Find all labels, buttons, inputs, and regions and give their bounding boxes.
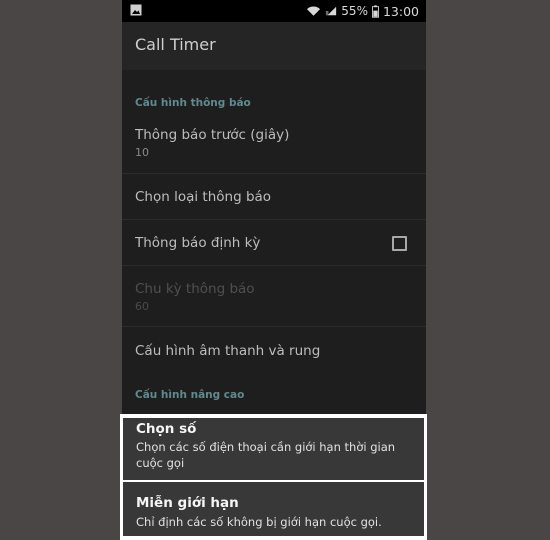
highlight-frame: Chọn số Chọn các số điện thoại cần giới … bbox=[120, 414, 427, 540]
pref-periodic[interactable]: Thông báo định kỳ bbox=[122, 220, 426, 265]
pref-summary: Chọn các số điện thoại cần giới hạn thời… bbox=[136, 440, 396, 470]
battery-icon bbox=[371, 4, 379, 18]
section-header-advanced: Cấu hình nâng cao bbox=[135, 389, 245, 401]
pref-title: Miễn giới hạn bbox=[136, 495, 239, 511]
pref-title: Cấu hình âm thanh và rung bbox=[135, 343, 321, 359]
pref-title: Chọn số bbox=[136, 421, 197, 437]
pref-choose-number[interactable]: Chọn số Chọn các số điện thoại cần giới … bbox=[123, 418, 424, 480]
pref-summary: 10 bbox=[135, 146, 149, 159]
signal-icon bbox=[326, 6, 337, 16]
pref-summary: 60 bbox=[135, 300, 149, 313]
section-header-notification: Cấu hình thông báo bbox=[135, 97, 251, 109]
image-icon bbox=[130, 4, 142, 16]
battery-percent: 55% bbox=[341, 4, 368, 18]
pref-title: Chu kỳ thông báo bbox=[135, 281, 255, 297]
pref-summary: Chỉ định các số không bị giới hạn cuộc g… bbox=[136, 515, 382, 529]
clock: 13:00 bbox=[382, 3, 419, 19]
pref-sound-vibrate[interactable]: Cấu hình âm thanh và rung bbox=[122, 327, 426, 375]
pref-unlimited[interactable]: Miễn giới hạn Chỉ định các số không bị g… bbox=[123, 482, 424, 536]
pref-notify-before[interactable]: Thông báo trước (giây) 10 bbox=[122, 118, 426, 173]
status-bar: 55% 13:00 bbox=[122, 0, 426, 22]
app-title: Call Timer bbox=[135, 35, 216, 54]
wifi-icon bbox=[307, 6, 321, 16]
pref-notify-type[interactable]: Chọn loại thông báo bbox=[122, 174, 426, 219]
app-bar: Call Timer bbox=[122, 22, 426, 70]
pref-period: Chu kỳ thông báo 60 bbox=[122, 266, 426, 326]
pref-title: Thông báo định kỳ bbox=[135, 235, 261, 251]
periodic-checkbox[interactable] bbox=[392, 236, 407, 251]
pref-title: Thông báo trước (giây) bbox=[135, 127, 290, 143]
pref-title: Chọn loại thông báo bbox=[135, 189, 272, 205]
